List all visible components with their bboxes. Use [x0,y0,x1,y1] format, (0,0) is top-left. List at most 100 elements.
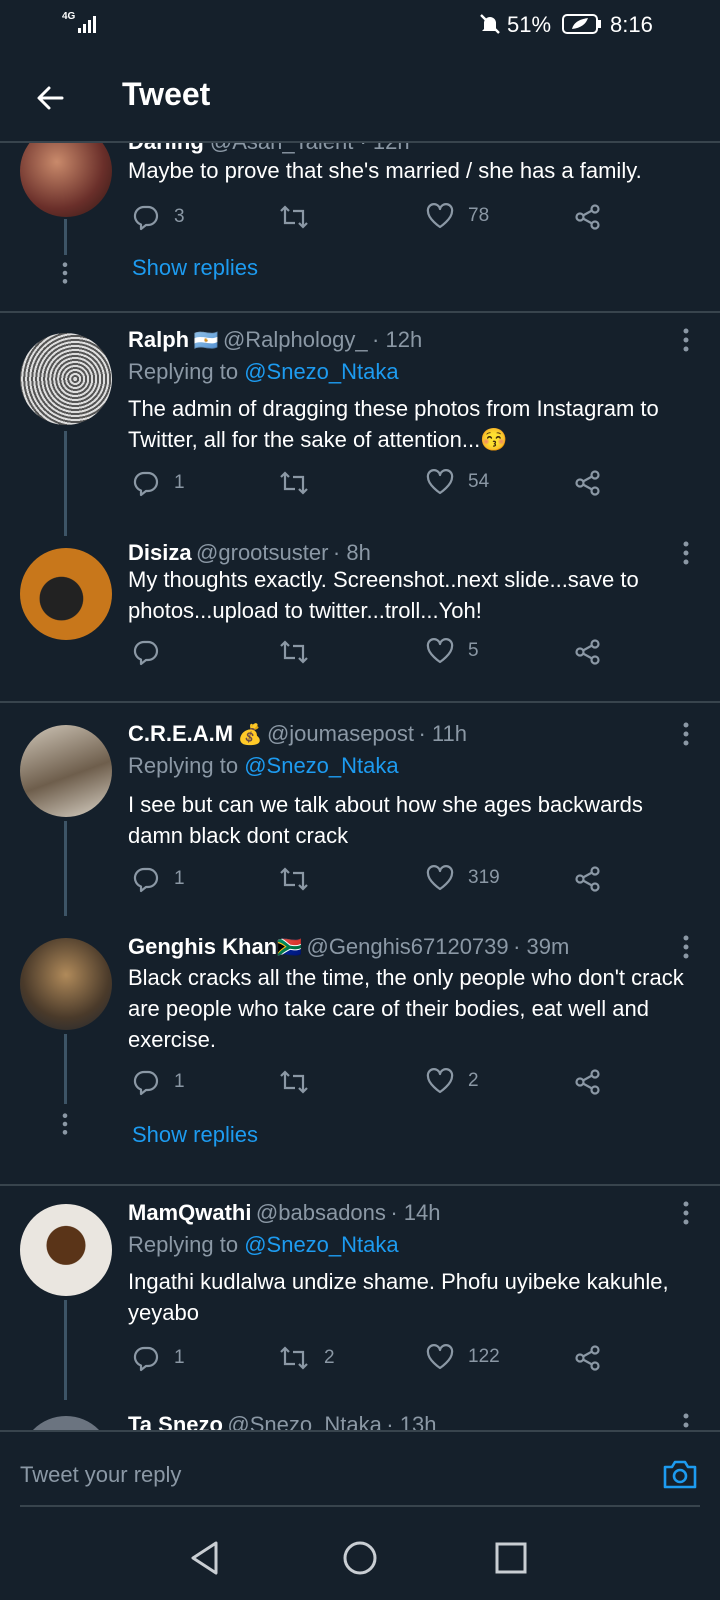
thread-line [64,821,67,916]
like-action[interactable]: 122 [426,1344,500,1370]
share-icon [574,638,602,666]
tweet-darling[interactable]: Darling @Asan_Talent · 12h Maybe to prov… [0,143,720,311]
share-action[interactable] [574,1068,602,1096]
like-icon [426,865,454,891]
reply-underline [20,1505,700,1507]
tweet-text: The admin of dragging these photos from … [128,396,659,452]
like-action[interactable]: 319 [426,865,500,891]
author-name: MamQwathi [128,1200,252,1225]
status-bar: 4G 51% 8:16 [0,0,720,48]
retweet-action[interactable] [278,638,310,666]
more-icon[interactable] [682,1412,690,1430]
share-action[interactable] [574,203,602,231]
avatar[interactable] [20,938,112,1030]
reply-input[interactable]: Tweet your reply [20,1462,181,1488]
share-action[interactable] [574,469,602,497]
camera-icon[interactable] [662,1458,698,1490]
author-name: Disiza [128,540,192,565]
like-icon [426,1344,454,1370]
retweet-action[interactable] [278,203,310,231]
battery-icon [562,14,601,34]
more-icon[interactable] [682,327,690,353]
author-name: C.R.E.A.M [128,721,234,746]
show-replies-link[interactable]: Show replies [132,1122,258,1148]
show-replies-link[interactable]: Show replies [132,255,258,281]
reply-icon [132,203,160,231]
avatar[interactable] [20,548,112,640]
more-icon[interactable] [682,1200,690,1226]
reply-action[interactable]: 1 [132,469,185,497]
reply-icon [132,638,160,666]
share-action[interactable] [574,638,602,666]
retweet-action[interactable] [278,1068,310,1096]
share-icon [574,203,602,231]
tweet-disiza[interactable]: Disiza @grootsuster · 8h My thoughts exa… [0,526,720,700]
tweet-mamqwathi[interactable]: MamQwathi @babsadons · 14h Replying to @… [0,1186,720,1400]
tweet-time: · 13h [386,1412,437,1430]
like-count: 54 [468,471,490,492]
retweet-icon [278,638,310,666]
mute-bell-icon [480,14,500,34]
share-action[interactable] [574,865,602,893]
share-action[interactable] [574,1344,602,1372]
back-arrow-icon[interactable] [32,80,68,116]
avatar[interactable] [20,143,112,217]
tweet-ralph[interactable]: Ralph 🇦🇷 @Ralphology_ · 12h Replying to … [0,313,720,536]
reply-count: 1 [174,1347,185,1368]
tweet-cream[interactable]: C.R.E.A.M 💰 @joumasepost · 11h Replying … [0,703,720,916]
like-icon [426,469,454,495]
tweet-time: · 39m [513,934,570,959]
author-handle: @Genghis67120739 [306,934,509,959]
like-count: 2 [468,1070,479,1091]
like-count: 122 [468,1346,500,1367]
author-name: Genghis Khan [128,934,278,959]
avatar[interactable] [20,1416,112,1430]
more-icon[interactable] [682,721,690,747]
retweet-action[interactable] [278,865,310,893]
more-icon[interactable] [682,540,690,566]
mention-link[interactable]: @Snezo_Ntaka [244,753,398,778]
nav-recents-icon[interactable] [494,1541,528,1575]
avatar[interactable] [20,725,112,817]
replying-to-label: Replying to [128,359,239,384]
author-flag: 🇿🇦 [277,937,303,959]
thread-line [64,1034,67,1104]
like-action[interactable]: 2 [426,1068,479,1094]
tweet-text: My thoughts exactly. Screenshot..next sl… [128,567,639,623]
reply-action[interactable] [132,638,160,666]
reply-action[interactable]: 1 [132,865,185,893]
tweet-ta-snezo[interactable]: Ta Snezo @Snezo_Ntaka · 13h [0,1400,720,1430]
nav-home-icon[interactable] [342,1540,378,1576]
reply-count: 1 [174,1071,185,1092]
avatar[interactable] [20,1204,112,1296]
like-action[interactable]: 5 [426,638,479,664]
author-handle: @babsadons [255,1200,386,1225]
retweet-action[interactable]: 2 [278,1344,335,1372]
retweet-count: 2 [324,1347,335,1368]
avatar[interactable] [20,333,112,425]
author-handle: @Snezo_Ntaka [227,1412,382,1430]
reply-action[interactable]: 1 [132,1344,185,1372]
author-handle: @grootsuster [196,540,329,565]
reply-composer[interactable]: Tweet your reply [0,1430,720,1510]
reply-icon [132,1344,160,1372]
reply-icon [132,1068,160,1096]
reply-action[interactable]: 1 [132,1068,185,1096]
author-name: Ta Snezo [128,1412,223,1430]
mention-link[interactable]: @Snezo_Ntaka [244,359,398,384]
nav-back-icon[interactable] [188,1540,222,1576]
like-action[interactable]: 78 [426,203,489,229]
retweet-icon [278,865,310,893]
reply-action[interactable]: 3 [132,203,185,231]
thread-dots [61,1112,69,1136]
tweet-time: · 14h [390,1200,441,1225]
like-icon [426,1068,454,1094]
mention-link[interactable]: @Snezo_Ntaka [244,1232,398,1257]
tweet-genghis[interactable]: Genghis Khan🇿🇦 @Genghis67120739 · 39m Bl… [0,916,720,1184]
more-icon[interactable] [682,934,690,960]
retweet-action[interactable] [278,469,310,497]
reply-icon [132,865,160,893]
thread-line [64,1300,67,1400]
like-action[interactable]: 54 [426,469,489,495]
reply-icon [132,469,160,497]
